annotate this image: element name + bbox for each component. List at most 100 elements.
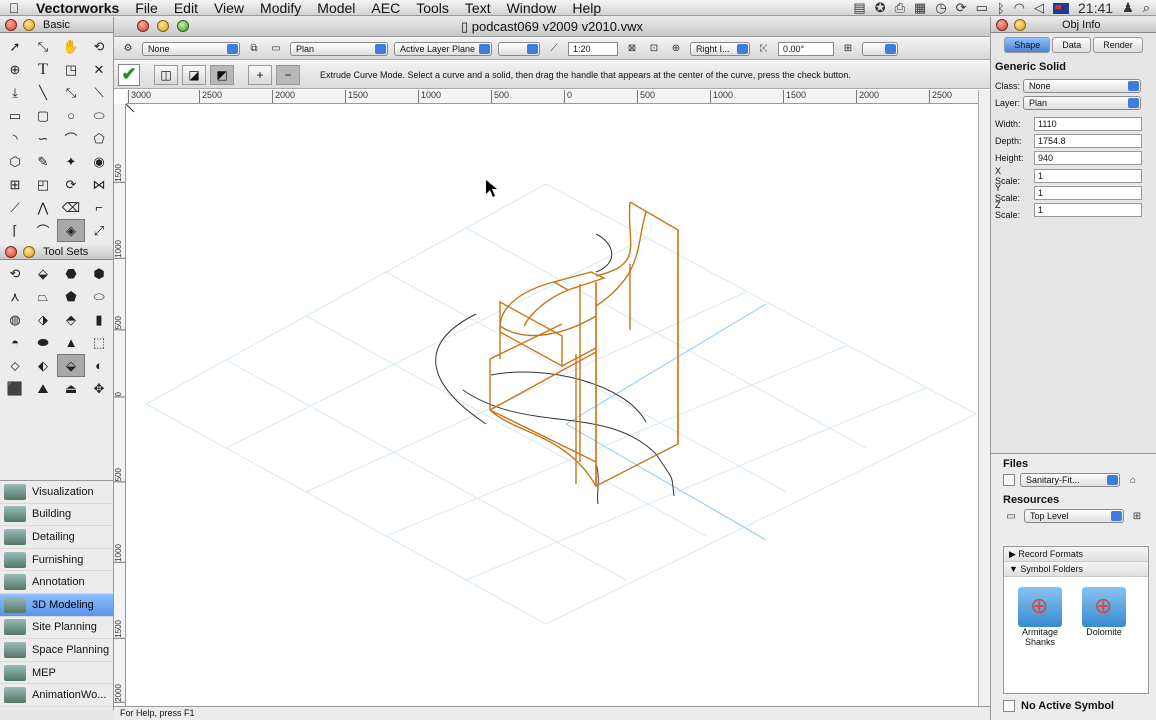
visibility-tool-icon[interactable]: ◉ [85,150,113,173]
screen-icon[interactable]: ▦ [914,0,926,16]
check-button[interactable]: ✔ [118,63,140,86]
menu-file[interactable]: File [127,0,166,16]
volume-icon[interactable]: ◁ [1034,0,1044,16]
push-pull-tool-icon[interactable]: ⬢ [85,262,113,285]
menu-window[interactable]: Window [499,0,565,16]
zoom-icon[interactable] [177,20,189,32]
layer-popup[interactable]: Plan [290,41,388,56]
toolset-annotation[interactable]: Annotation [0,571,113,594]
menu-view[interactable]: View [206,0,252,16]
eyedropper-tool-icon[interactable]: ✎ [29,150,57,173]
toolset-3d-modeling[interactable]: 3D Modeling [0,593,113,617]
close-icon[interactable] [996,18,1008,31]
sync-icon[interactable]: ✪ [875,0,886,16]
zscale-field[interactable]: 1 [1034,202,1142,217]
app-menu[interactable]: Vectorworks [28,0,127,16]
split-3d-icon[interactable]: ⬛ [1,377,29,400]
spotlight-icon[interactable]: ⌕ [1143,0,1150,16]
close-icon[interactable] [5,18,17,31]
subtract-button[interactable]: − [276,64,300,85]
sphere-tool-icon[interactable]: ⬭ [85,285,113,308]
layers-icon[interactable]: ⧉ [246,42,262,56]
drawing-canvas[interactable] [117,95,978,706]
circle-tool-icon[interactable]: ○ [57,104,85,127]
wifi-icon[interactable]: ◠ [1014,0,1025,16]
mode-button-1[interactable]: ◫ [154,64,178,85]
symbol-dolomite[interactable]: Dolomite [1076,587,1132,637]
mode-button-2[interactable]: ◪ [182,64,206,85]
mirror-tool-icon[interactable]: ⊞ [1,173,29,196]
3d-locus-icon[interactable]: ⋏ [1,285,29,308]
dimension-tool-icon[interactable]: ⤓ [1,81,29,104]
text-tool-icon[interactable]: T [29,58,57,81]
width-field[interactable]: 1110 [1034,116,1142,131]
cylinder-tool-icon[interactable]: ▮ [85,308,113,331]
symbol-armitage-shanks[interactable]: Armitage Shanks [1012,587,1068,647]
toolset-furnishing[interactable]: Furnishing [0,549,113,572]
ellipsoid-tool-icon[interactable]: ⬬ [29,331,57,354]
document-icon[interactable]: ▤ [853,0,865,16]
minimize-icon[interactable] [157,20,169,32]
zoom-objects-icon[interactable]: ⊡ [646,42,662,56]
freehand-tool-icon[interactable]: ∽ [29,127,57,150]
rotate-tool-icon[interactable]: ⟳ [57,173,85,196]
extrude-tool-icon[interactable]: ⬣ [57,262,85,285]
files-heading[interactable]: Files [1003,458,1156,470]
split-tool-icon[interactable]: ⋈ [85,173,113,196]
fillet-tool-icon[interactable]: ⋀ [29,196,57,219]
arc-tool-icon[interactable]: ◝ [1,127,29,150]
polygon-tool-icon[interactable]: ⬠ [85,127,113,150]
nurbs-curve-icon[interactable]: ⏢ [29,285,57,308]
toolset-space-planning[interactable]: Space Planning [0,639,113,662]
section-solids-icon[interactable]: ⏏ [57,377,85,400]
toolset-animation[interactable]: AnimationWo... [0,684,113,707]
locus-tool-icon[interactable]: ✕ [85,58,113,81]
yscale-field[interactable]: 1 [1034,185,1142,200]
menu-aec[interactable]: AEC [363,0,408,16]
oval-tool-icon[interactable]: ⬭ [85,104,113,127]
input-flag-icon[interactable] [1053,2,1070,14]
height-field[interactable]: 940 [1034,151,1142,166]
loft-tool-icon[interactable]: ⬘ [57,308,85,331]
close-icon[interactable] [137,20,149,32]
drawing-svg[interactable] [117,95,978,706]
cone-tool-icon[interactable]: ▲ [57,331,85,354]
flyover-tool-icon[interactable]: ⟲ [85,35,113,58]
render-mode-icon[interactable]: ⊞ [840,42,856,56]
clip-tool-icon[interactable]: ⌈ [1,219,29,242]
extrude-along-path-icon[interactable]: ⬙ [57,354,85,377]
zoom-icon[interactable]: ⊕ [668,42,684,56]
page-popup[interactable] [498,41,540,56]
shell-tool-icon[interactable]: ⬟ [57,285,85,308]
scale-field[interactable]: 1:20 [568,41,618,56]
view-popup[interactable]: Right I... [690,41,750,56]
selection-tool-icon[interactable]: ➚ [1,35,29,58]
file-options-icon[interactable] [1003,474,1015,486]
regular-polygon-tool-icon[interactable]: ⬡ [1,150,29,173]
resources-heading[interactable]: Resources [1003,494,1156,506]
rectangle-tool-icon[interactable]: ▭ [1,104,29,127]
class-select[interactable]: None [1023,78,1141,93]
toolset-site-planning[interactable]: Site Planning [0,617,113,640]
wand-tool-icon[interactable]: ✦ [57,150,85,173]
add-button[interactable]: + [248,64,272,85]
measure-tool-icon[interactable]: ⤢ [85,219,113,242]
layer-options-icon[interactable]: ▭ [268,42,284,56]
xscale-field[interactable]: 1 [1034,168,1142,183]
set-working-plane-icon[interactable]: ⬙ [29,262,57,285]
double-line-tool-icon[interactable]: ⤡ [57,81,85,104]
surface-tool-icon[interactable]: ⬗ [29,308,57,331]
walls-tool-icon[interactable]: ⟍ [85,81,113,104]
plane-popup[interactable]: Active Layer Plane [394,41,492,56]
offset-tool-icon[interactable]: ◰ [29,173,57,196]
tree-item-symbol-folders[interactable]: ▼ Symbol Folders [1004,562,1148,577]
zoom-tool-icon[interactable]: ⊕ [1,58,29,81]
hemisphere-tool-icon[interactable]: ◓ [1,331,29,354]
time-machine-icon[interactable]: ◷ [935,0,946,16]
depth-field[interactable]: 1754.8 [1034,134,1142,149]
new-resource-icon[interactable]: ⊞ [1129,509,1145,523]
ruler-icon[interactable]: ⟋ [546,42,562,56]
tab-render[interactable]: Render [1093,37,1143,53]
menu-model[interactable]: Model [309,0,363,16]
deform-tool-icon[interactable]: ◐ [85,354,113,377]
